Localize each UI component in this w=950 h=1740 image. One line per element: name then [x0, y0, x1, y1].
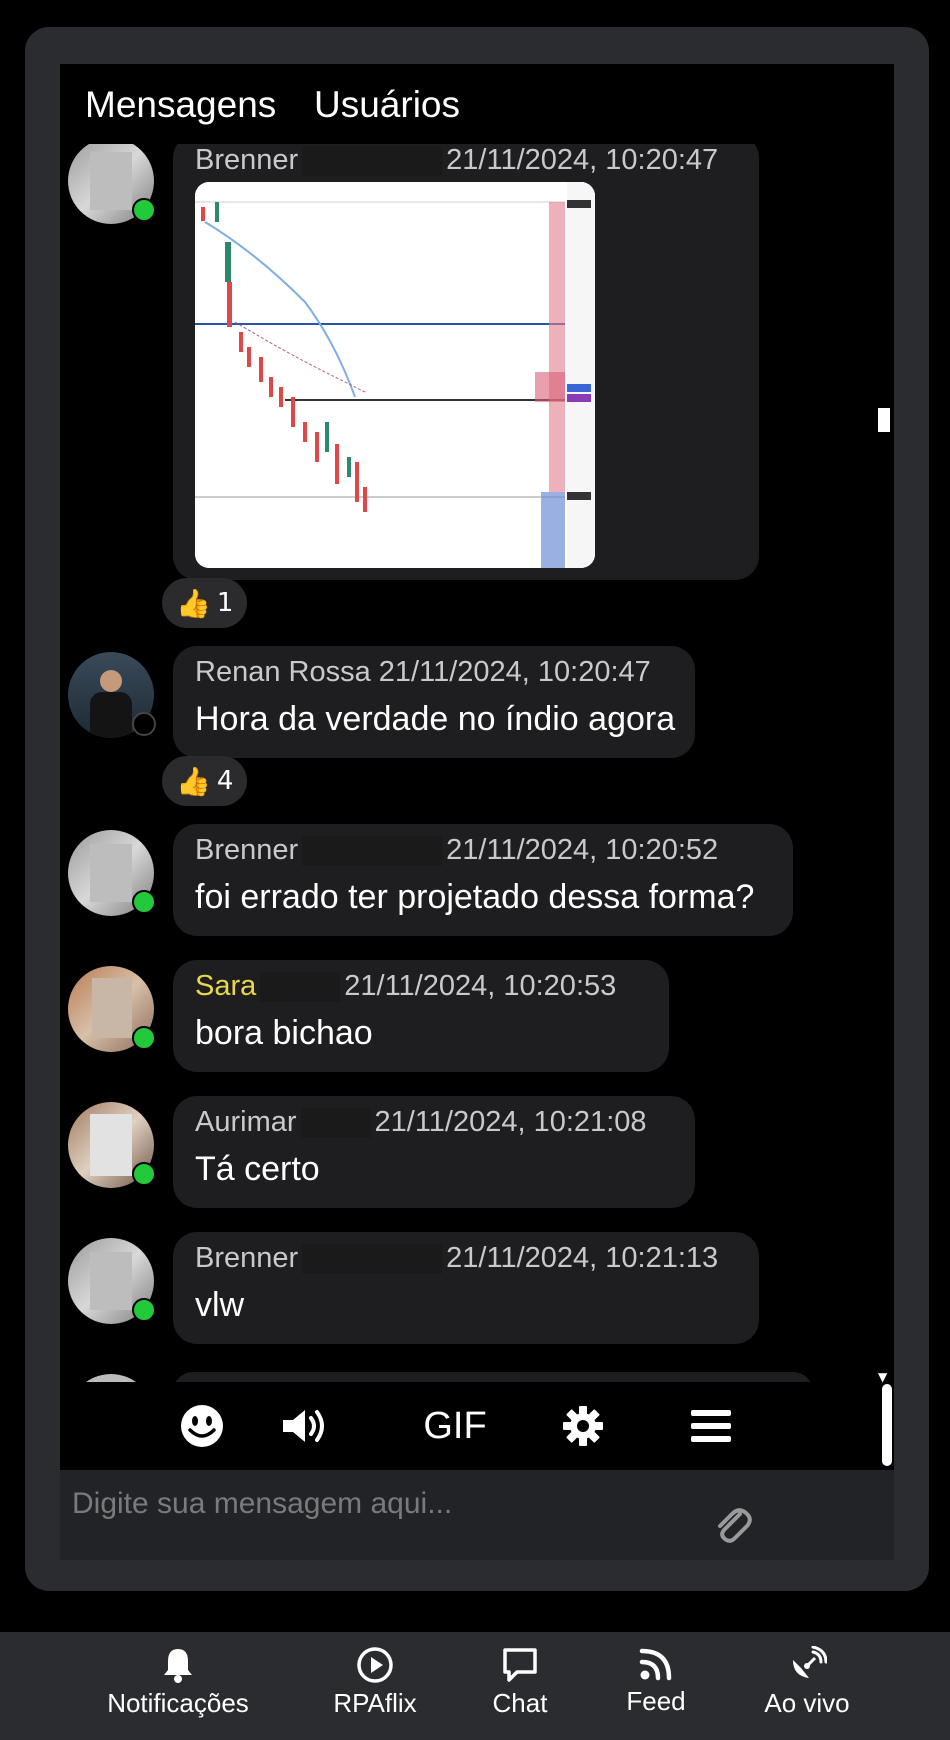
gear-icon: [563, 1406, 603, 1446]
redacted-name: [300, 1108, 371, 1139]
message-timestamp: 21/11/2024, 10:20:52: [446, 834, 719, 866]
emoji-button[interactable]: [178, 1396, 226, 1456]
thumbs-up-icon: 👍: [176, 764, 211, 798]
reaction-thumbs-up[interactable]: 👍 1: [162, 578, 248, 628]
message-timestamp: 21/11/2024, 10:20:53: [344, 970, 617, 1002]
offline-status-indicator: [132, 712, 156, 736]
chat-tabs: Mensagens Usuários: [60, 64, 892, 144]
message-bubble: Renan Rossa 21/11/2024, 10:20:47 Hora da…: [173, 646, 695, 758]
nav-item-feed[interactable]: Feed: [616, 1646, 696, 1717]
scroll-down-arrow-icon[interactable]: ▼: [878, 1370, 887, 1384]
paperclip-icon: [718, 1508, 752, 1543]
sound-button[interactable]: [280, 1396, 328, 1456]
tab-users[interactable]: Usuários: [314, 84, 460, 126]
online-status-indicator: [132, 1298, 156, 1322]
author-name: Brenner: [195, 1242, 299, 1274]
message-bubble: [173, 1372, 813, 1382]
author-name: Renan Rossa: [195, 656, 371, 688]
chat-icon: [503, 1648, 537, 1682]
message-list[interactable]: Brenner 21/11/2024, 10:20:47 👍 1 Renan R…: [60, 144, 892, 1382]
avatar[interactable]: [68, 1374, 154, 1382]
nav-label: Chat: [492, 1688, 548, 1718]
nav-item-chat[interactable]: Chat: [480, 1646, 560, 1719]
message-meta: Brenner 21/11/2024, 10:20:52: [195, 834, 718, 867]
message-timestamp: 21/11/2024, 10:21:13: [446, 1242, 719, 1274]
nav-label: Ao vivo: [764, 1688, 850, 1718]
menu-button[interactable]: [688, 1396, 734, 1456]
message-composer: [60, 1470, 894, 1560]
redacted-name: [260, 972, 341, 1003]
message-bubble: Brenner 21/11/2024, 10:20:47: [173, 144, 759, 580]
nav-label: Notificações: [107, 1688, 249, 1718]
scrollbar-thumb[interactable]: [878, 408, 890, 432]
message-meta: Aurimar 21/11/2024, 10:21:08: [195, 1106, 647, 1139]
smiley-icon: [181, 1405, 223, 1447]
message-timestamp: 21/11/2024, 10:20:47: [446, 144, 719, 176]
online-status-indicator: [132, 1162, 156, 1186]
author-name: Brenner: [195, 144, 299, 176]
message-bubble: Aurimar 21/11/2024, 10:21:08 Tá certo: [173, 1096, 695, 1208]
chat-toolbar: GIF ▼: [60, 1370, 894, 1470]
reaction-thumbs-up[interactable]: 👍 4: [162, 756, 248, 806]
message-bubble: Brenner 21/11/2024, 10:20:52 foi errado t…: [173, 824, 793, 936]
broadcast-icon: [793, 1646, 827, 1678]
message-meta: Renan Rossa 21/11/2024, 10:20:47: [195, 656, 651, 689]
chart-screenshot-image[interactable]: [195, 182, 595, 568]
nav-item-notifications[interactable]: Notificações: [104, 1646, 252, 1719]
speaker-icon: [283, 1410, 324, 1442]
redacted-name: [302, 836, 443, 867]
message-timestamp: 21/11/2024, 10:20:47: [378, 656, 651, 688]
gif-label: GIF: [423, 1404, 487, 1447]
message-text: Tá certo: [195, 1150, 320, 1188]
thumbs-up-icon: 👍: [176, 586, 211, 620]
message-meta: Brenner 21/11/2024, 10:20:47: [195, 144, 718, 177]
redacted-name: [302, 146, 443, 177]
nav-label: RPAflix: [333, 1688, 417, 1718]
play-icon: [357, 1647, 393, 1683]
rss-icon: [639, 1648, 672, 1681]
message-text: vlw: [195, 1286, 245, 1324]
online-status-indicator: [132, 890, 156, 914]
redacted-name: [302, 1244, 443, 1275]
nav-label: Feed: [626, 1686, 686, 1716]
settings-button[interactable]: [560, 1396, 606, 1456]
author-name: Sara: [195, 970, 257, 1002]
tab-messages[interactable]: Mensagens: [85, 84, 276, 126]
online-status-indicator: [132, 1026, 156, 1050]
bottom-navigation: Notificações RPAflix Chat Feed Ao vivo: [0, 1632, 950, 1740]
author-name: Brenner: [195, 834, 299, 866]
message-meta: Brenner 21/11/2024, 10:21:13: [195, 1242, 718, 1275]
nav-item-live[interactable]: Ao vivo: [752, 1646, 862, 1719]
message-input[interactable]: [70, 1478, 714, 1530]
message-text: foi errado ter projetado dessa forma?: [195, 878, 755, 916]
message-text: Hora da verdade no índio agora: [195, 700, 676, 738]
message-meta: Sara 21/11/2024, 10:20:53: [195, 970, 616, 1003]
author-name: Aurimar: [195, 1106, 297, 1138]
reaction-count: 4: [216, 766, 234, 796]
menu-icon: [691, 1410, 731, 1442]
reaction-count: 1: [216, 588, 234, 618]
gif-button[interactable]: GIF: [410, 1396, 500, 1456]
attach-button[interactable]: [710, 1504, 754, 1552]
bell-icon: [164, 1649, 192, 1683]
nav-item-rpaflix[interactable]: RPAflix: [320, 1646, 430, 1719]
message-bubble: Brenner 21/11/2024, 10:21:13 vlw: [173, 1232, 759, 1344]
scrollbar-thumb[interactable]: [882, 1384, 892, 1466]
message-timestamp: 21/11/2024, 10:21:08: [374, 1106, 647, 1138]
message-text: bora bichao: [195, 1014, 373, 1052]
online-status-indicator: [132, 198, 156, 222]
message-bubble: Sara 21/11/2024, 10:20:53 bora bichao: [173, 960, 669, 1072]
